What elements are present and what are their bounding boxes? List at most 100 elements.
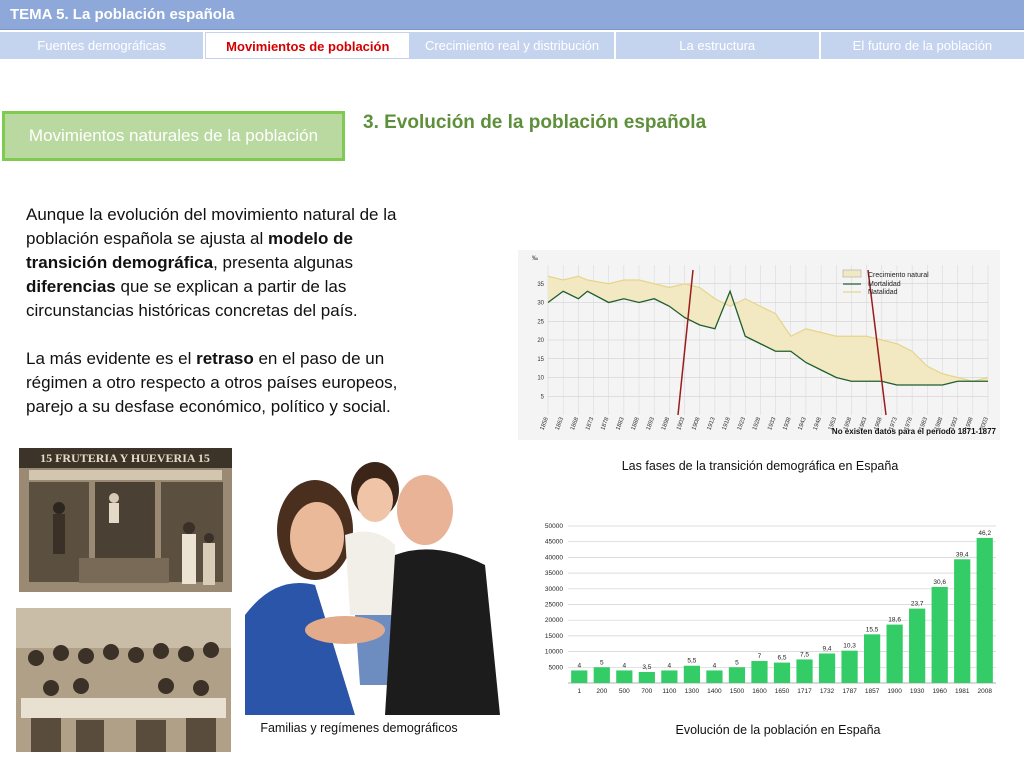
x-tick-label: 1857	[865, 688, 880, 695]
bar-value-label: 4	[577, 662, 581, 669]
transition-note: No existen datos para el período 1871-18…	[832, 427, 997, 436]
legend-crecimiento: Crecimiento natural	[868, 272, 929, 279]
bar-value-label: 7,5	[800, 651, 809, 658]
y-tick-label: 35000	[545, 570, 563, 577]
p1-bold-diferencias: diferencias	[26, 277, 116, 296]
population-bar	[593, 667, 610, 683]
x-tick-label: 1600	[752, 688, 767, 695]
y-tick-label: 10	[537, 376, 544, 382]
y-tick-label: 35	[537, 282, 544, 288]
y-tick-label: 25000	[545, 602, 563, 609]
population-chart: 4 5 4 3,5 4 5,5 4 5 7 6,5 7,5 9,4 10,3 15,5 18,6 23,7 30…	[528, 518, 1000, 710]
tab-fuentes-demograficas[interactable]: Fuentes demográficas	[0, 32, 206, 59]
shop-photo: 15 FRUTERIA Y HUEVERIA 15	[19, 448, 232, 592]
bar-value-label: 9,4	[823, 645, 832, 652]
p1-text-b: , presenta algunas	[213, 253, 353, 272]
population-bar	[638, 672, 655, 683]
bar-value-label: 5,5	[687, 658, 696, 665]
x-tick-label: 1100	[662, 688, 676, 695]
bar-value-label: 4	[668, 662, 672, 669]
bar-value-label: 5	[735, 659, 739, 666]
y-tick-label: 40000	[545, 554, 563, 561]
x-tick-label: 700	[641, 688, 652, 695]
population-bar	[661, 670, 678, 683]
transition-chart: Crecimiento natural Mortalidad Natalidad…	[518, 250, 1000, 440]
tab-futuro-poblacion[interactable]: El futuro de la población	[820, 32, 1024, 59]
paragraph-1: Aunque la evolución del movimiento natur…	[26, 203, 436, 323]
x-tick-label: 1300	[685, 688, 700, 695]
section-heading: 3. Evolución de la población española	[363, 112, 707, 133]
population-bar	[683, 665, 701, 683]
y-tick-label: 45000	[545, 539, 563, 546]
population-bar	[954, 559, 971, 683]
y-tick-label: 30000	[545, 586, 563, 593]
population-bar	[863, 634, 881, 683]
app-title-bar: TEMA 5. La población española	[0, 0, 1024, 30]
transition-ylabel: ‰	[532, 256, 538, 262]
body-text: Aunque la evolución del movimiento natur…	[26, 203, 436, 443]
tab-crecimiento-real[interactable]: Crecimiento real y distribución	[410, 32, 616, 59]
bar-value-label: 18,6	[888, 617, 901, 624]
population-bar	[886, 624, 903, 683]
x-tick-label: 1960	[932, 688, 947, 695]
population-bar	[931, 586, 948, 683]
x-tick-label: 1	[577, 688, 581, 695]
bar-value-label: 39,4	[956, 551, 969, 558]
population-bar	[909, 608, 926, 683]
bar-value-label: 7	[758, 653, 762, 660]
population-bar	[728, 667, 746, 683]
paragraph-2: La más evidente es el retraso en el paso…	[26, 347, 436, 419]
y-tick-label: 20	[537, 338, 544, 344]
population-bar	[796, 659, 813, 683]
y-tick-label: 5000	[549, 664, 564, 671]
x-tick-label: 1650	[775, 688, 790, 695]
tab-bar: Fuentes demográficas Movimientos de pobl…	[0, 32, 1024, 59]
bar-value-label: 5	[600, 659, 604, 666]
p2-text-a: La más evidente es el	[26, 349, 197, 368]
tab-movimientos-de-poblacion[interactable]: Movimientos de población	[205, 32, 411, 59]
x-tick-label: 1930	[910, 688, 925, 695]
y-tick-label: 20000	[545, 617, 563, 624]
population-bar	[773, 662, 791, 683]
legend-mortalidad: Mortalidad	[868, 281, 901, 288]
page-title: TEMA 5. La población española	[10, 6, 235, 23]
p2-bold-retraso: retraso	[196, 349, 254, 368]
group-photo	[16, 608, 231, 752]
y-tick-label: 25	[537, 319, 544, 325]
x-tick-label: 1717	[797, 688, 812, 695]
x-tick-label: 500	[619, 688, 630, 695]
population-bar	[841, 650, 858, 683]
x-tick-label: 1787	[842, 688, 857, 695]
population-bar	[571, 670, 588, 683]
x-tick-label: 2008	[978, 688, 993, 695]
population-bar	[818, 653, 836, 683]
y-tick-label: 15000	[545, 633, 563, 640]
transition-caption: Las fases de la transición demográfica e…	[621, 459, 899, 473]
bar-value-label: 6,5	[777, 655, 786, 662]
x-tick-label: 1400	[707, 688, 722, 695]
x-tick-label: 1732	[820, 688, 835, 695]
tab-la-estructura[interactable]: La estructura	[615, 32, 821, 59]
bar-value-label: 23,7	[911, 601, 924, 608]
x-tick-label: 1500	[730, 688, 745, 695]
bar-value-label: 3,5	[642, 664, 651, 671]
section-button-movimientos-naturales[interactable]: Movimientos naturales de la población	[2, 111, 345, 161]
y-tick-label: 30	[537, 301, 544, 307]
bar-value-label: 30,6	[933, 579, 946, 586]
x-tick-label: 200	[596, 688, 607, 695]
shop-sign-text: 15 FRUTERIA Y HUEVERIA 15	[40, 451, 210, 465]
population-caption: Evolución de la población en España	[675, 723, 881, 737]
bar-value-label: 10,3	[843, 643, 856, 650]
bar-value-label: 4	[623, 662, 627, 669]
y-tick-label: 50000	[545, 523, 563, 530]
bar-value-label: 15,5	[866, 626, 879, 633]
legend-natalidad: Natalidad	[868, 289, 898, 296]
bar-value-label: 4	[713, 662, 717, 669]
family-caption: Familias y regímenes demográficos	[260, 721, 458, 735]
population-bar	[751, 661, 768, 683]
x-tick-label: 1981	[955, 688, 970, 695]
bar-value-label: 46,2	[978, 530, 991, 537]
population-bar	[616, 670, 633, 683]
x-tick-label: 1900	[887, 688, 902, 695]
y-tick-label: 15	[537, 357, 544, 363]
